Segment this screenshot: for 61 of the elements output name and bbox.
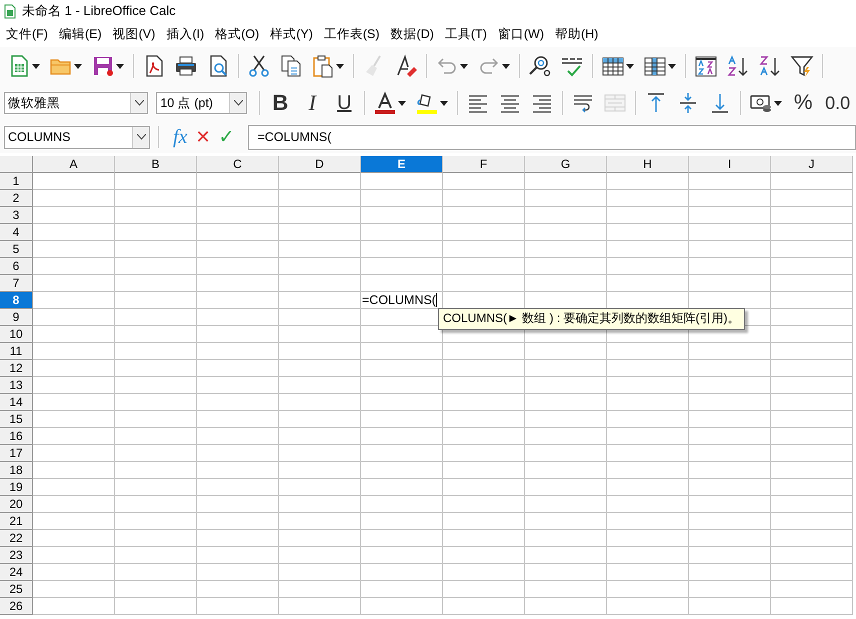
menu-item[interactable]: 工作表(S) xyxy=(318,26,385,43)
row-header[interactable]: 3 xyxy=(0,207,33,224)
menu-item[interactable]: 工具(T) xyxy=(438,26,492,43)
row-header[interactable]: 18 xyxy=(0,462,33,479)
number-format-button[interactable]: 0.0 xyxy=(825,90,850,116)
menu-item[interactable]: 帮助(H) xyxy=(548,26,604,43)
column-header[interactable]: E xyxy=(361,156,443,173)
menu-item[interactable]: 样式(Y) xyxy=(264,26,318,43)
font-name-field[interactable]: 微软雅黑 xyxy=(4,92,148,114)
font-size-field[interactable]: 10 点 (pt) xyxy=(156,92,248,114)
active-cell[interactable]: =COLUMNS( xyxy=(361,292,443,309)
row-header[interactable]: 2 xyxy=(0,190,33,207)
menu-item[interactable]: 视图(V) xyxy=(106,26,160,43)
row-header[interactable]: 24 xyxy=(0,564,33,581)
function-tooltip: COLUMNS(► 数组 ) : 要确定其列数的数组矩阵(引用)。 xyxy=(438,308,745,330)
menu-item[interactable]: 文件(F) xyxy=(0,26,53,43)
menu-item[interactable]: 编辑(E) xyxy=(52,26,107,43)
menu-item[interactable]: 窗口(W) xyxy=(492,26,549,43)
column-header[interactable]: C xyxy=(197,156,279,173)
row-header[interactable]: 26 xyxy=(0,598,33,615)
row-header[interactable]: 22 xyxy=(0,530,33,547)
row-header[interactable]: 4 xyxy=(0,224,33,241)
row-header[interactable]: 21 xyxy=(0,513,33,530)
italic-button[interactable]: I xyxy=(302,90,322,116)
row-header[interactable]: 1 xyxy=(0,173,33,190)
menu-item[interactable]: 插入(I) xyxy=(160,26,210,43)
menu-item[interactable]: 数据(D) xyxy=(384,26,439,43)
row-header[interactable]: 13 xyxy=(0,377,33,394)
row-header[interactable]: 10 xyxy=(0,326,33,343)
row-header[interactable]: 20 xyxy=(0,496,33,513)
row-header[interactable]: 15 xyxy=(0,411,33,428)
bold-button[interactable]: B xyxy=(270,90,290,116)
row-header[interactable]: 7 xyxy=(0,275,33,292)
cancel-button[interactable]: ✕ xyxy=(195,126,211,148)
row-header[interactable]: 11 xyxy=(0,343,33,360)
row-header[interactable]: 16 xyxy=(0,428,33,445)
row-header[interactable]: 12 xyxy=(0,360,33,377)
column-header[interactable]: I xyxy=(689,156,771,173)
menu-item[interactable]: 格式(O) xyxy=(209,26,264,43)
row-header[interactable]: 25 xyxy=(0,581,33,598)
row-header[interactable]: 6 xyxy=(0,258,33,275)
row-header[interactable]: 5 xyxy=(0,241,33,258)
column-header[interactable]: J xyxy=(771,156,853,173)
underline-button[interactable]: U xyxy=(334,90,354,116)
percent-format-button[interactable]: % xyxy=(793,90,814,116)
formula-input[interactable]: =COLUMNS( xyxy=(248,124,856,150)
name-box[interactable]: COLUMNS xyxy=(4,126,150,148)
row-header[interactable]: 23 xyxy=(0,547,33,564)
window-title: 未命名 1 - LibreOffice Calc xyxy=(22,2,176,20)
row-header[interactable]: 8 xyxy=(0,292,33,309)
cell-text: =COLUMNS( xyxy=(362,293,436,307)
column-header[interactable]: F xyxy=(443,156,525,173)
row-header[interactable]: 17 xyxy=(0,445,33,462)
row-header[interactable]: 14 xyxy=(0,394,33,411)
column-header[interactable]: B xyxy=(115,156,197,173)
column-header[interactable]: G xyxy=(525,156,607,173)
column-header[interactable]: H xyxy=(607,156,689,173)
column-header[interactable]: A xyxy=(33,156,115,173)
row-header[interactable]: 19 xyxy=(0,479,33,496)
row-header[interactable]: 9 xyxy=(0,309,33,326)
column-header[interactable]: D xyxy=(279,156,361,173)
